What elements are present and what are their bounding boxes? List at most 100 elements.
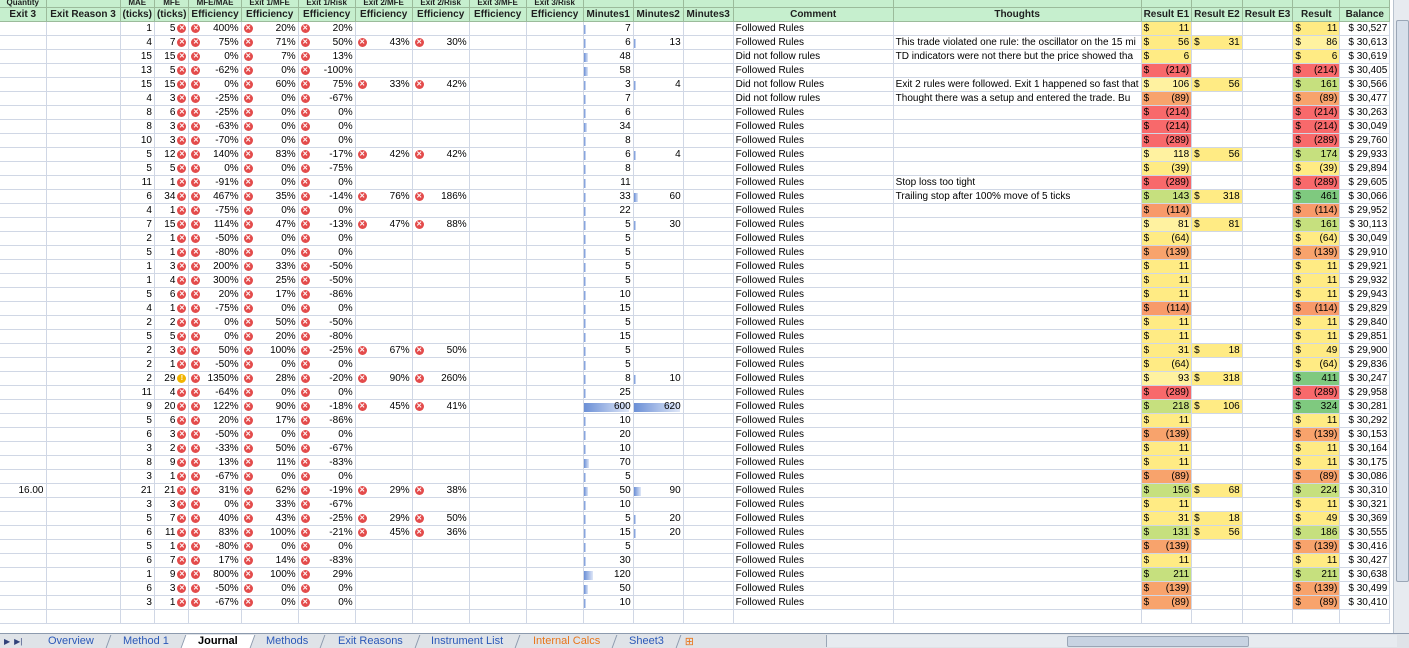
result-e2-cell[interactable] — [1191, 161, 1243, 176]
comment-cell[interactable]: Followed Rules — [733, 329, 894, 344]
mae-cell[interactable]: 5 — [120, 147, 155, 162]
journal-grid[interactable]: Quantity MAE MFE MFE/MAE Exit 1/MFE Exit 1/Ri… — [0, 0, 1391, 624]
exit-reason-3-cell[interactable] — [46, 525, 121, 540]
comment-cell[interactable]: Followed Rules — [733, 539, 894, 554]
balance-cell[interactable]: $ 30,086 — [1339, 469, 1391, 484]
quantity-cell[interactable] — [0, 161, 47, 176]
result-e3-cell[interactable] — [1242, 441, 1294, 456]
exit-reason-3-cell[interactable] — [46, 21, 121, 36]
result-e3-cell[interactable] — [1242, 77, 1294, 92]
comment-cell[interactable]: Did not follow rules — [733, 91, 894, 106]
mae-cell[interactable]: 3 — [120, 497, 155, 512]
minutes-cell[interactable] — [633, 91, 684, 106]
minutes-cell[interactable]: 10 — [583, 287, 634, 302]
exit-3-risk-cell[interactable] — [526, 231, 584, 246]
efficiency-cell[interactable] — [355, 315, 413, 330]
efficiency-cell[interactable]: ✕ 0% — [188, 497, 242, 512]
minutes-3-cell[interactable] — [683, 35, 734, 50]
efficiency-cell[interactable]: ✕ 0% — [298, 427, 356, 442]
efficiency-cell[interactable] — [412, 21, 470, 36]
minutes-3-cell[interactable] — [683, 259, 734, 274]
quantity-cell[interactable] — [0, 217, 47, 232]
mae-cell[interactable]: 2 — [120, 343, 155, 358]
result-cell[interactable]: $ (214) — [1292, 119, 1341, 134]
minutes-cell[interactable] — [633, 301, 684, 316]
empty-cell[interactable] — [0, 609, 47, 624]
efficiency-cell[interactable] — [412, 329, 470, 344]
mfe-cell[interactable]: 5 ✕ — [154, 63, 190, 78]
result-e1-cell[interactable]: $ (89) — [1141, 595, 1193, 610]
efficiency-cell[interactable]: ✕ -21% — [298, 525, 356, 540]
efficiency-cell[interactable]: ✕ 14% — [241, 553, 299, 568]
minutes-3-cell[interactable] — [683, 329, 734, 344]
efficiency-cell[interactable] — [355, 553, 413, 568]
result-e1-cell[interactable]: $ (39) — [1141, 161, 1193, 176]
efficiency-cell[interactable] — [412, 273, 470, 288]
efficiency-cell[interactable]: ✕ 0% — [241, 595, 299, 610]
thoughts-cell[interactable] — [893, 119, 1142, 134]
efficiency-cell[interactable] — [355, 581, 413, 596]
comment-cell[interactable]: Followed Rules — [733, 63, 894, 78]
minutes-3-cell[interactable] — [683, 413, 734, 428]
result-e3-cell[interactable] — [1242, 91, 1294, 106]
exit-3-mfe-cell[interactable] — [469, 91, 527, 106]
minutes-cell[interactable]: 6 — [583, 105, 634, 120]
efficiency-cell[interactable] — [355, 49, 413, 64]
result-e1-cell[interactable]: $81 — [1141, 217, 1193, 232]
efficiency-cell[interactable]: ✕ 186% — [412, 189, 470, 204]
exit-3-risk-cell[interactable] — [526, 329, 584, 344]
mfe-cell[interactable]: 3 ✕ — [154, 497, 190, 512]
exit-reason-3-cell[interactable] — [46, 147, 121, 162]
efficiency-cell[interactable] — [355, 497, 413, 512]
thoughts-cell[interactable] — [893, 315, 1142, 330]
efficiency-cell[interactable]: ✕ 45% — [355, 525, 413, 540]
efficiency-cell[interactable]: ✕ 31% — [188, 483, 242, 498]
result-e1-cell[interactable]: $11 — [1141, 455, 1193, 470]
exit-reason-3-cell[interactable] — [46, 399, 121, 414]
quantity-cell[interactable] — [0, 595, 47, 610]
efficiency-cell[interactable]: ✕ -18% — [298, 399, 356, 414]
efficiency-cell[interactable]: ✕ 0% — [241, 357, 299, 372]
exit-3-mfe-cell[interactable] — [469, 385, 527, 400]
efficiency-cell[interactable]: ✕ 0% — [298, 105, 356, 120]
efficiency-cell[interactable] — [412, 539, 470, 554]
balance-cell[interactable]: $ 29,829 — [1339, 301, 1391, 316]
tab-exit-reasons[interactable]: Exit Reasons — [321, 634, 420, 648]
quantity-cell[interactable] — [0, 301, 47, 316]
mfe-cell[interactable]: 7 ✕ — [154, 553, 190, 568]
minutes-cell[interactable]: 4 — [633, 147, 684, 162]
minutes-cell[interactable]: 20 — [633, 511, 684, 526]
empty-cell[interactable] — [683, 609, 734, 624]
empty-cell[interactable] — [412, 609, 470, 624]
mae-cell[interactable]: 1 — [120, 567, 155, 582]
result-e1-cell[interactable]: $106 — [1141, 77, 1193, 92]
efficiency-cell[interactable]: ✕ -17% — [298, 147, 356, 162]
minutes-cell[interactable]: 8 — [583, 133, 634, 148]
efficiency-cell[interactable]: ✕ -50% — [188, 427, 242, 442]
result-e2-cell[interactable] — [1191, 567, 1243, 582]
quantity-cell[interactable] — [0, 371, 47, 386]
exit-3-risk-cell[interactable] — [526, 511, 584, 526]
result-e2-cell[interactable] — [1191, 231, 1243, 246]
result-cell[interactable]: $ (64) — [1292, 231, 1341, 246]
minutes-3-cell[interactable] — [683, 147, 734, 162]
efficiency-cell[interactable]: ✕ -50% — [298, 273, 356, 288]
balance-cell[interactable]: $ 30,619 — [1339, 49, 1391, 64]
exit-3-mfe-cell[interactable] — [469, 413, 527, 428]
efficiency-cell[interactable] — [412, 581, 470, 596]
thoughts-cell[interactable] — [893, 385, 1142, 400]
result-e3-cell[interactable] — [1242, 133, 1294, 148]
efficiency-cell[interactable]: ✕ -50% — [298, 259, 356, 274]
efficiency-cell[interactable] — [412, 553, 470, 568]
minutes-3-cell[interactable] — [683, 343, 734, 358]
thoughts-cell[interactable]: Trailing stop after 100% move of 5 ticks — [893, 189, 1142, 204]
exit-reason-3-cell[interactable] — [46, 105, 121, 120]
empty-cell[interactable] — [1242, 609, 1294, 624]
quantity-cell[interactable] — [0, 539, 47, 554]
efficiency-cell[interactable]: ✕ 0% — [298, 119, 356, 134]
efficiency-cell[interactable]: ✕ -80% — [298, 329, 356, 344]
minutes-cell[interactable] — [633, 49, 684, 64]
empty-cell[interactable] — [188, 609, 242, 624]
exit-reason-3-cell[interactable] — [46, 413, 121, 428]
exit-3-risk-cell[interactable] — [526, 147, 584, 162]
